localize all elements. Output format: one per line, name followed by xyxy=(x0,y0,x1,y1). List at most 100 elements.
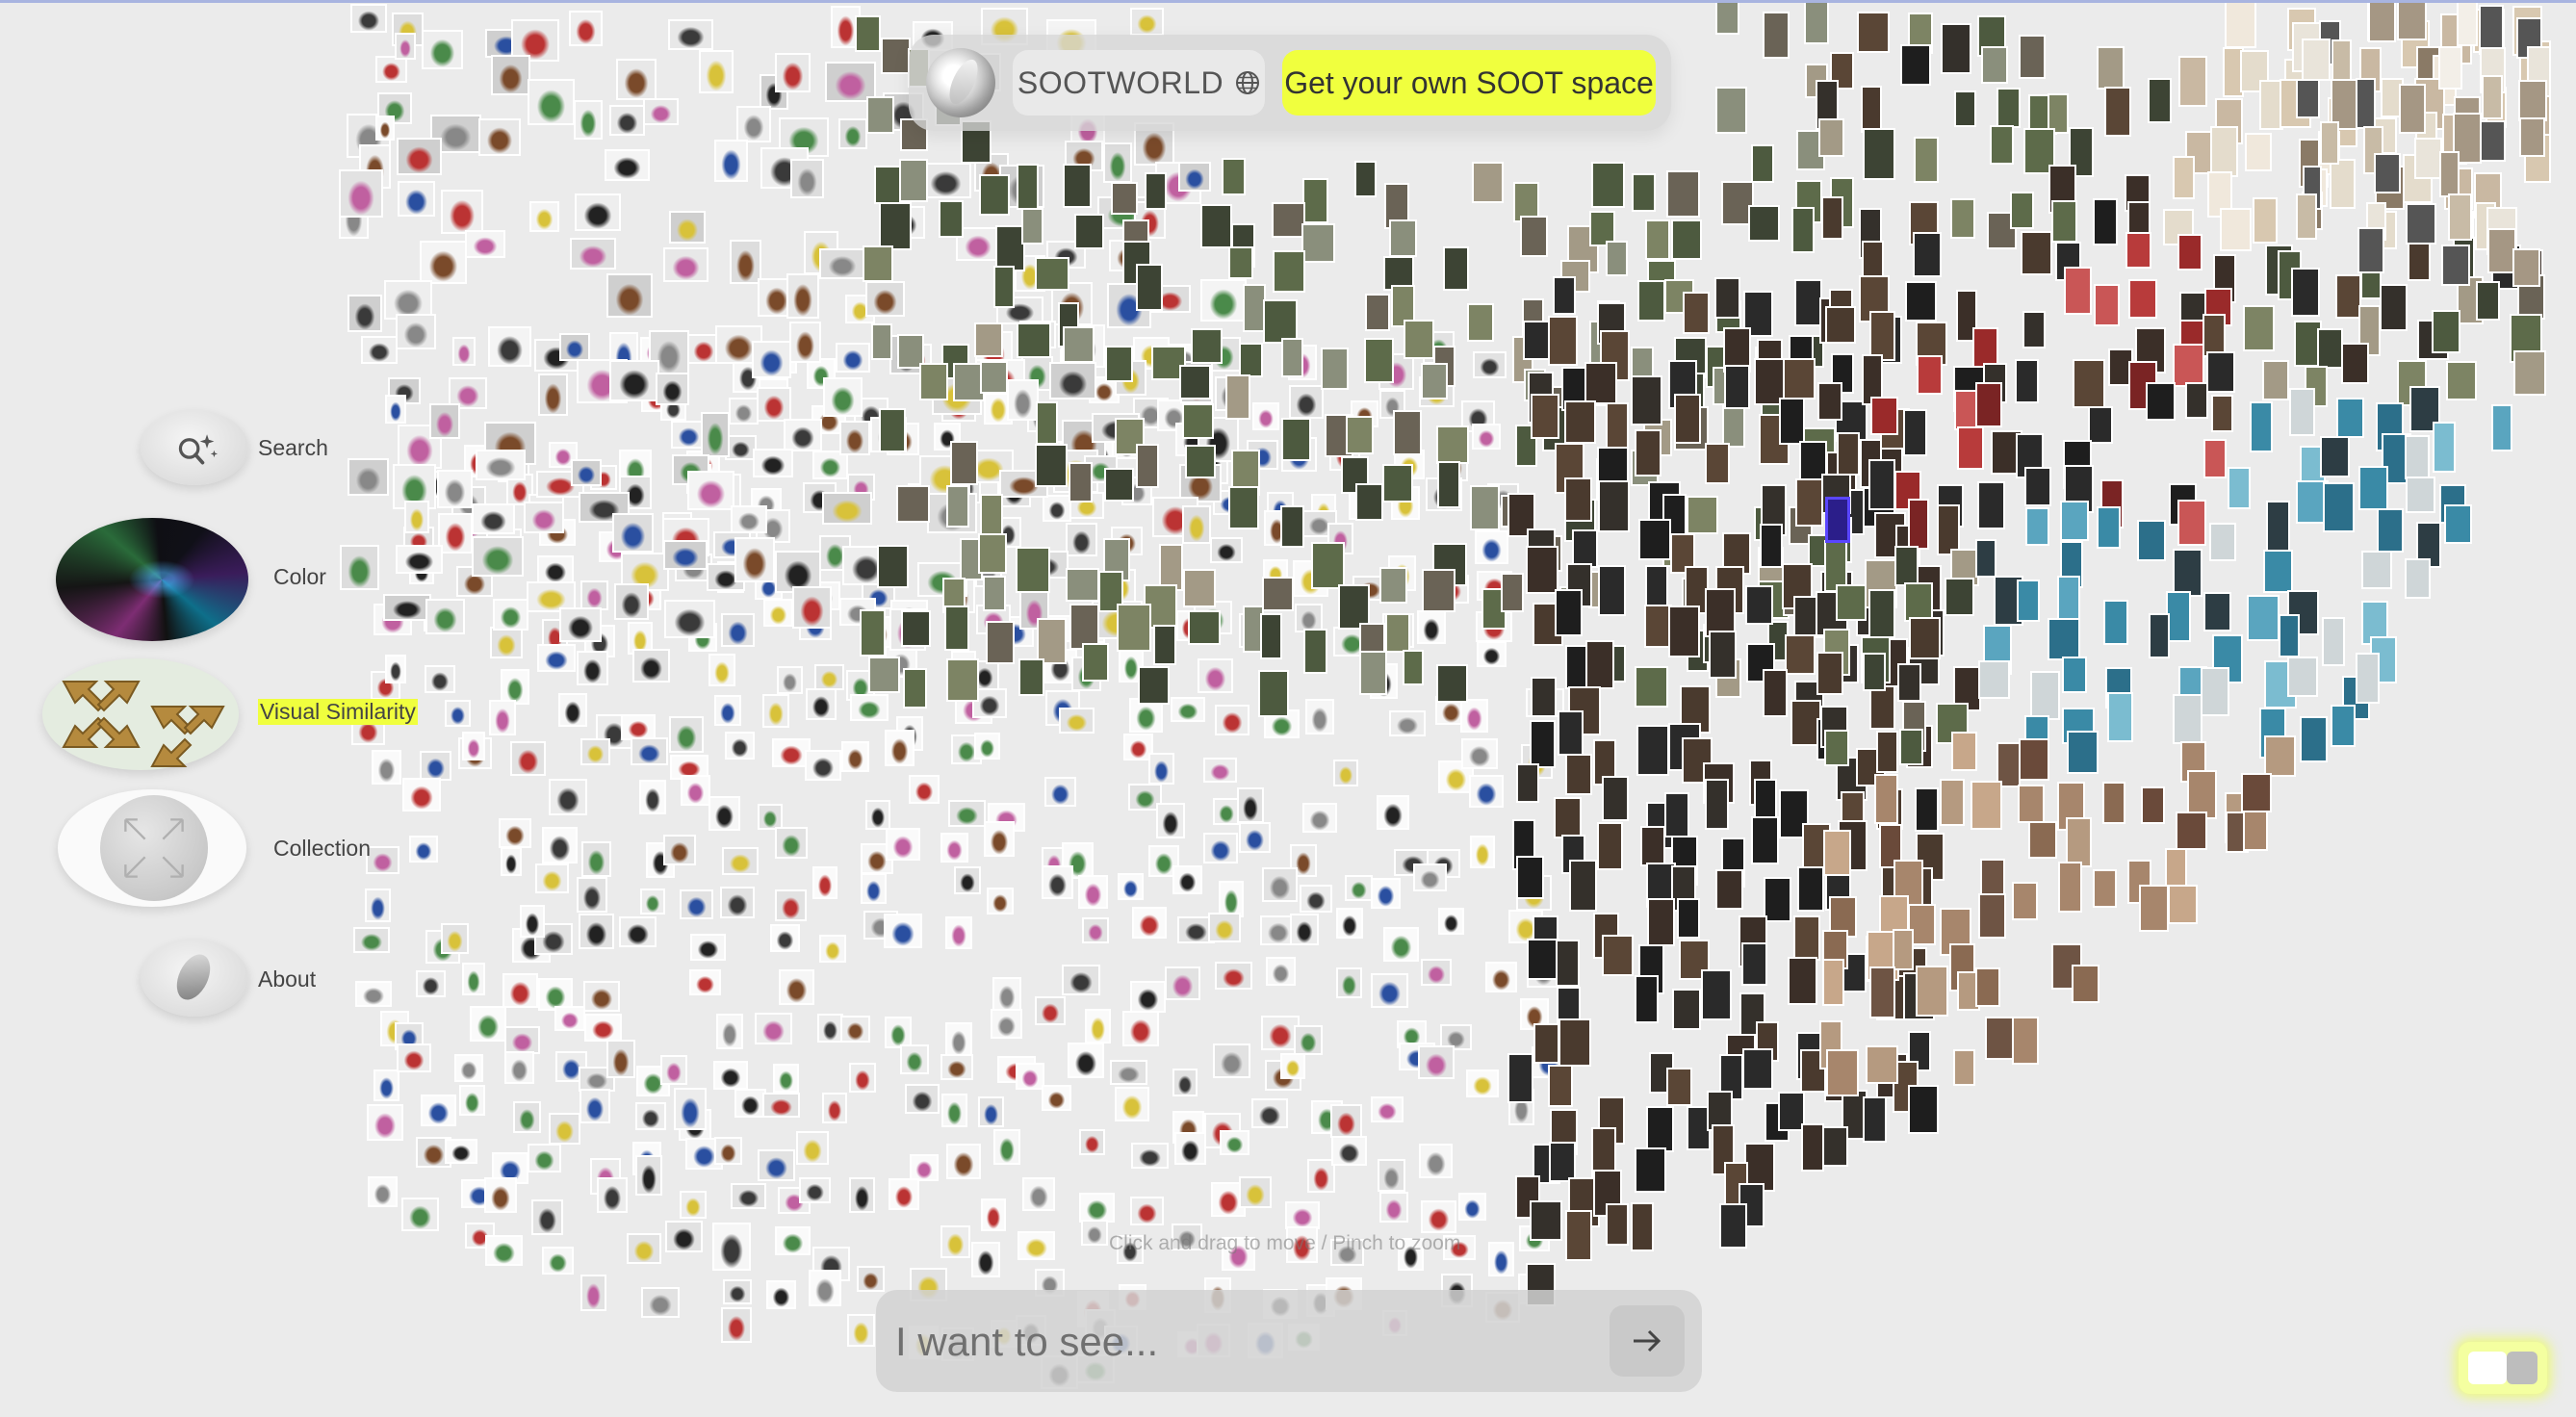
shoe-thumbnail[interactable] xyxy=(368,1176,398,1208)
sneaker-thumbnail[interactable] xyxy=(612,513,654,554)
shoe-thumbnail[interactable] xyxy=(1290,914,1320,945)
runway-thumbnail[interactable] xyxy=(2413,137,2443,179)
sneaker-thumbnail[interactable] xyxy=(643,97,680,126)
runway-thumbnail[interactable] xyxy=(1953,1048,1975,1087)
runway-thumbnail[interactable] xyxy=(1563,477,1592,523)
shoe-thumbnail[interactable] xyxy=(884,1016,913,1049)
runway-thumbnail[interactable] xyxy=(1869,966,1895,1018)
runway-thumbnail[interactable] xyxy=(1868,459,1895,510)
shoe-thumbnail[interactable] xyxy=(778,968,814,1006)
sneaker-thumbnail[interactable] xyxy=(492,598,529,631)
selected-thumbnail[interactable] xyxy=(1825,497,1850,543)
runway-thumbnail[interactable] xyxy=(1956,425,1984,471)
runway-thumbnail[interactable] xyxy=(1598,479,1630,532)
shoe-thumbnail[interactable] xyxy=(720,1306,753,1344)
streetstyle-thumbnail[interactable] xyxy=(1471,161,1505,203)
runway-thumbnail[interactable] xyxy=(1584,639,1614,689)
streetstyle-thumbnail[interactable] xyxy=(1273,250,1305,293)
shoe-thumbnail[interactable] xyxy=(708,796,741,832)
runway-thumbnail[interactable] xyxy=(2011,1016,2040,1065)
streetstyle-thumbnail[interactable] xyxy=(1228,486,1260,529)
runway-thumbnail[interactable] xyxy=(1530,394,1560,440)
runway-thumbnail[interactable] xyxy=(1507,1052,1533,1103)
streetstyle-thumbnail[interactable] xyxy=(1188,610,1221,646)
runway-thumbnail[interactable] xyxy=(1836,431,1861,476)
shoe-thumbnail[interactable] xyxy=(618,916,657,947)
runway-thumbnail[interactable] xyxy=(2300,715,2329,763)
shoe-thumbnail[interactable] xyxy=(1383,927,1420,962)
streetstyle-thumbnail[interactable] xyxy=(1145,172,1168,210)
shoe-thumbnail[interactable] xyxy=(723,1279,752,1305)
runway-thumbnail[interactable] xyxy=(2432,309,2461,354)
shoe-thumbnail[interactable] xyxy=(1110,1060,1147,1086)
shoe-thumbnail[interactable] xyxy=(1215,962,1252,990)
shoe-thumbnail[interactable] xyxy=(944,915,972,950)
streetstyle-thumbnail[interactable] xyxy=(1501,573,1525,613)
streetstyle-thumbnail[interactable] xyxy=(1036,400,1058,446)
shoe-thumbnail[interactable] xyxy=(728,397,759,425)
streetstyle-thumbnail[interactable] xyxy=(1017,322,1051,359)
runway-thumbnail[interactable] xyxy=(1783,358,1816,400)
shoe-thumbnail[interactable] xyxy=(1203,757,1237,784)
runway-thumbnail[interactable] xyxy=(1745,584,1774,625)
shoe-thumbnail[interactable] xyxy=(660,1054,687,1086)
shoe-thumbnail[interactable] xyxy=(1416,609,1446,644)
shoe-thumbnail[interactable] xyxy=(848,1176,875,1213)
sneaker-thumbnail[interactable] xyxy=(686,471,735,511)
shoe-thumbnail[interactable] xyxy=(634,1102,667,1130)
shoe-thumbnail[interactable] xyxy=(536,555,575,584)
runway-thumbnail[interactable] xyxy=(2017,580,2041,623)
runway-thumbnail[interactable] xyxy=(2146,382,2177,421)
runway-thumbnail[interactable] xyxy=(2176,811,2208,850)
runway-thumbnail[interactable] xyxy=(1981,45,2008,84)
streetstyle-thumbnail[interactable] xyxy=(1110,181,1138,215)
streetstyle-thumbnail[interactable] xyxy=(1016,547,1050,593)
shoe-thumbnail[interactable] xyxy=(941,1094,968,1128)
runway-thumbnail[interactable] xyxy=(1989,125,2015,166)
shoe-thumbnail[interactable] xyxy=(1335,966,1363,998)
sneaker-thumbnail[interactable] xyxy=(476,449,526,480)
streetstyle-thumbnail[interactable] xyxy=(977,533,1008,574)
shoe-thumbnail[interactable] xyxy=(504,1025,541,1055)
shoe-thumbnail[interactable] xyxy=(1058,708,1095,734)
shoe-thumbnail[interactable] xyxy=(775,826,808,859)
runway-thumbnail[interactable] xyxy=(1857,11,1890,53)
nav-item-color[interactable]: Color xyxy=(54,514,343,647)
runway-thumbnail[interactable] xyxy=(2440,244,2470,287)
shoe-thumbnail[interactable] xyxy=(664,1220,703,1253)
runway-thumbnail[interactable] xyxy=(1817,381,1843,422)
streetstyle-thumbnail[interactable] xyxy=(983,575,1006,612)
runway-thumbnail[interactable] xyxy=(1665,1067,1692,1107)
shoe-thumbnail[interactable] xyxy=(1457,1192,1486,1221)
shoe-thumbnail[interactable] xyxy=(978,1096,1004,1128)
shoe-thumbnail[interactable] xyxy=(1197,657,1233,693)
runway-thumbnail[interactable] xyxy=(2396,0,2427,40)
view-toggle-button[interactable] xyxy=(2459,1342,2547,1394)
runway-thumbnail[interactable] xyxy=(1549,1141,1576,1183)
sneaker-thumbnail[interactable] xyxy=(398,181,436,218)
shoe-thumbnail[interactable] xyxy=(1041,1084,1072,1112)
streetstyle-thumbnail[interactable] xyxy=(1136,444,1159,489)
runway-thumbnail[interactable] xyxy=(2322,481,2356,532)
shoe-thumbnail[interactable] xyxy=(1294,1024,1323,1056)
runway-thumbnail[interactable] xyxy=(2355,652,2381,704)
streetstyle-thumbnail[interactable] xyxy=(1280,418,1312,461)
shoe-thumbnail[interactable] xyxy=(375,116,395,141)
runway-thumbnail[interactable] xyxy=(2331,705,2356,748)
runway-thumbnail[interactable] xyxy=(2094,284,2120,327)
runway-thumbnail[interactable] xyxy=(1668,605,1700,658)
runway-thumbnail[interactable] xyxy=(2101,781,2125,824)
shoe-thumbnail[interactable] xyxy=(798,1177,832,1204)
runway-thumbnail[interactable] xyxy=(1631,375,1662,425)
sneaker-thumbnail[interactable] xyxy=(360,336,398,364)
shoe-thumbnail[interactable] xyxy=(501,668,530,705)
runway-thumbnail[interactable] xyxy=(1868,589,1895,639)
runway-thumbnail[interactable] xyxy=(1552,275,1576,315)
runway-thumbnail[interactable] xyxy=(1917,354,1943,396)
runway-thumbnail[interactable] xyxy=(1797,866,1824,913)
shoe-thumbnail[interactable] xyxy=(945,1021,972,1058)
sneaker-thumbnail[interactable] xyxy=(438,512,473,554)
runway-thumbnail[interactable] xyxy=(2202,313,2226,357)
streetstyle-thumbnail[interactable] xyxy=(1153,624,1177,666)
sneaker-thumbnail[interactable] xyxy=(783,418,823,451)
